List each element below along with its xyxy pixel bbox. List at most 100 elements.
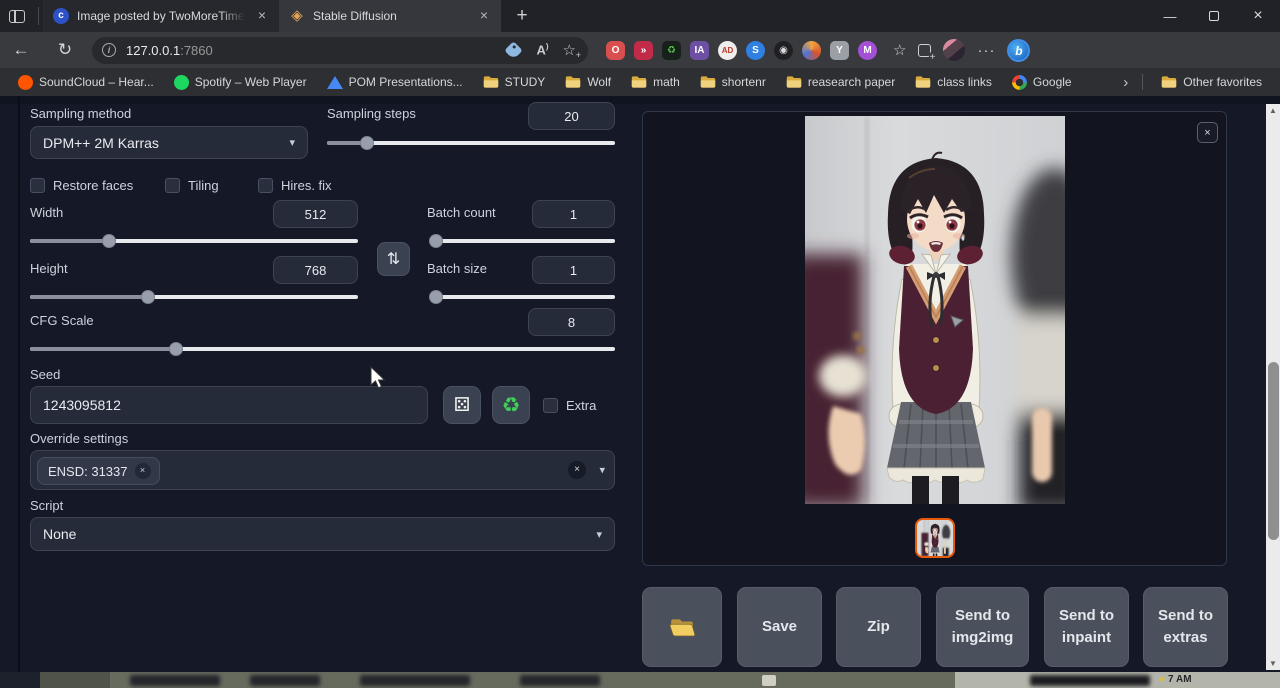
scroll-down-icon[interactable]: ▼ [1266,657,1280,670]
height-input[interactable]: 768 [273,256,358,284]
back-button[interactable]: ← [6,35,36,65]
tab-image-posted[interactable]: c Image posted by TwoMoreTimes × [43,0,279,32]
send-to-inpaint-button[interactable]: Send to inpaint [1044,587,1129,667]
taskbar-sliver: ★ 7 AM [0,672,1280,688]
extension-icon-trash[interactable]: ♻ [662,41,681,60]
extension-icon-1[interactable]: O [606,41,625,60]
address-bar[interactable]: i 127.0.0.1:7860 A) ☆+ [92,37,588,64]
chip-close-icon[interactable]: × [135,463,151,479]
bookmark-pom[interactable]: POM Presentations... [319,72,471,92]
tiling-checkbox[interactable]: Tiling [165,178,219,193]
read-aloud-icon[interactable]: A) [536,42,548,57]
browser-titlebar: c Image posted by TwoMoreTimes × ◈ Stabl… [0,0,1280,32]
shopping-tag-icon[interactable] [505,41,523,59]
batch-size-label: Batch size [427,261,487,276]
width-slider[interactable] [30,234,358,248]
bookmark-folder-study[interactable]: STUDY [475,72,554,92]
minimize-button[interactable]: — [1148,0,1192,32]
batch-size-slider[interactable] [430,290,615,304]
tab-title: Stable Diffusion [313,9,467,23]
tab-close-icon[interactable]: × [475,7,493,25]
sampling-method-dropdown[interactable]: DPM++ 2M Karras ▾ [30,126,308,159]
bing-chat-icon[interactable]: b [1007,39,1030,62]
bookmark-folder-math[interactable]: math [623,72,688,92]
send-to-extras-button[interactable]: Send to extras [1143,587,1228,667]
folder-icon [915,75,931,89]
profile-avatar[interactable] [943,39,965,61]
bookmark-google[interactable]: Google [1004,72,1080,93]
extension-icon-shazam[interactable]: S [746,41,765,60]
override-settings-label: Override settings [30,431,128,446]
tab-close-icon[interactable]: × [253,7,271,25]
add-favorite-icon[interactable]: ☆+ [563,41,576,59]
width-input[interactable]: 512 [273,200,358,228]
bookmark-spotify[interactable]: Spotify – Web Player [166,72,315,93]
restore-faces-checkbox[interactable]: Restore faces [30,178,133,193]
height-slider[interactable] [30,290,358,304]
generated-image[interactable] [805,116,1065,504]
cfg-scale-input[interactable]: 8 [528,308,615,336]
send-to-img2img-button[interactable]: Send to img2img [936,587,1029,667]
soundcloud-icon [18,75,33,90]
new-tab-button[interactable]: + [507,1,537,31]
open-folder-button[interactable] [642,587,722,667]
dice-icon: ⚄ [454,394,471,417]
cfg-scale-slider[interactable] [30,342,615,356]
refresh-button[interactable]: ↻ [50,35,80,65]
batch-size-input[interactable]: 1 [532,256,615,284]
chevron-down-icon[interactable]: ▾ [599,464,605,477]
sampling-steps-slider[interactable] [327,136,615,150]
script-label: Script [30,498,63,513]
save-button[interactable]: Save [737,587,822,667]
thumbnail-image [917,520,953,556]
settings-more-icon[interactable]: ··· [977,42,995,59]
collections-icon[interactable] [918,44,931,57]
extension-icon-ad[interactable]: AD [718,41,737,60]
gallery-close-button[interactable]: × [1197,122,1218,143]
tab-favicon-gradio: ◈ [289,8,305,24]
sampling-steps-label: Sampling steps [327,106,416,121]
maximize-button[interactable] [1192,0,1236,32]
extension-icon-2[interactable]: » [634,41,653,60]
cfg-scale-label: CFG Scale [30,313,94,328]
workspaces-icon[interactable] [0,0,34,32]
script-dropdown[interactable]: None ▾ [30,517,615,551]
site-info-icon[interactable]: i [102,43,116,57]
batch-count-input[interactable]: 1 [532,200,615,228]
favorites-icon[interactable]: ☆ [893,41,906,59]
seed-input[interactable]: 1243095812 [30,386,428,424]
bookmark-soundcloud[interactable]: SoundCloud – Hear... [10,72,162,93]
random-seed-button[interactable]: ⚄ [443,386,481,424]
close-window-button[interactable]: × [1236,0,1280,32]
folder-icon [565,75,581,89]
bookmark-other-favorites[interactable]: Other favorites [1153,72,1270,92]
extension-icon-ia[interactable]: IA [690,41,709,60]
reuse-seed-button[interactable]: ♻ [492,386,530,424]
extension-icon-y[interactable]: Y [830,41,849,60]
scrollbar-thumb[interactable] [1268,362,1279,540]
batch-count-slider[interactable] [430,234,615,248]
google-drive-icon [327,76,343,89]
override-chip[interactable]: ENSD: 31337 × [37,457,160,485]
vertical-scrollbar[interactable]: ▲ ▼ [1266,104,1280,670]
tab-favicon-image-host: c [53,8,69,24]
bookmark-folder-classlinks[interactable]: class links [907,72,1000,92]
gallery-thumbnail-selected[interactable] [915,518,955,558]
extension-icon-globe[interactable] [802,41,821,60]
bookmark-folder-wolf[interactable]: Wolf [557,72,619,92]
hires-fix-checkbox[interactable]: Hires. fix [258,178,332,193]
bookmark-folder-shortenr[interactable]: shortenr [692,72,774,92]
scroll-up-icon[interactable]: ▲ [1266,104,1280,117]
extension-icon-pin[interactable]: ◉ [774,41,793,60]
bookmarks-overflow-icon[interactable]: › [1119,74,1132,91]
folder-icon [786,75,802,89]
zip-button[interactable]: Zip [836,587,921,667]
bookmark-folder-research[interactable]: reasearch paper [778,72,903,92]
clear-all-icon[interactable]: × [568,461,586,479]
extension-icon-monica[interactable]: M [858,41,877,60]
extra-seed-checkbox[interactable]: Extra [543,398,596,413]
swap-width-height-button[interactable]: ⇅ [377,242,410,276]
sampling-steps-input[interactable]: 20 [528,102,615,130]
tab-stable-diffusion[interactable]: ◈ Stable Diffusion × [279,0,501,32]
override-settings-box[interactable]: ENSD: 31337 × × ▾ [30,450,615,490]
